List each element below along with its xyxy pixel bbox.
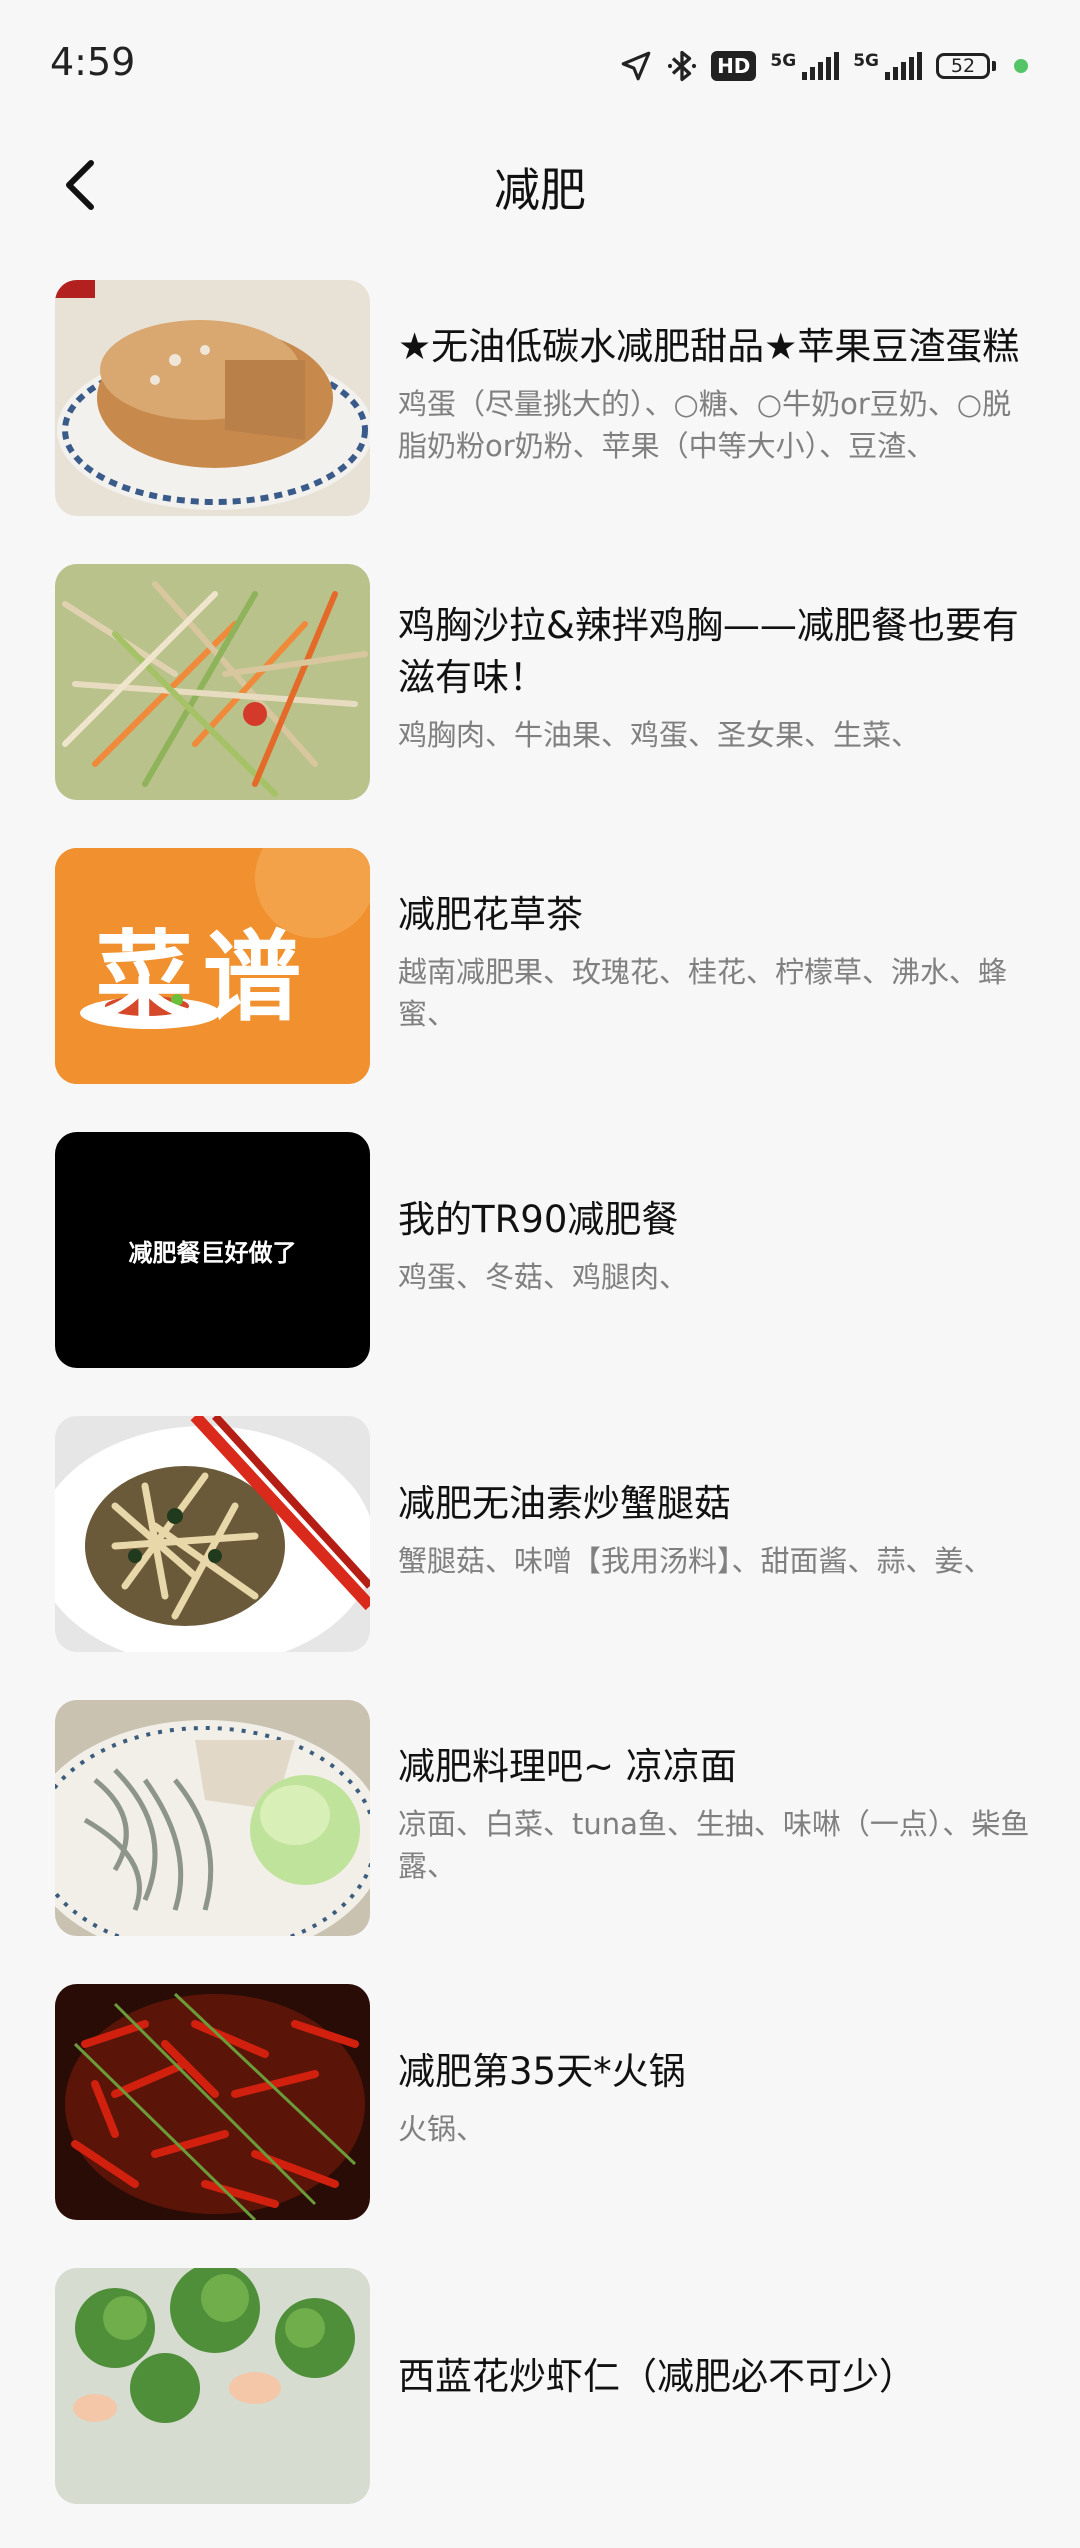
recipe-thumbnail xyxy=(55,564,370,800)
recipe-ingredients: 越南减肥果、玫瑰花、桂花、柠檬草、沸水、蜂蜜、 xyxy=(398,955,1008,1031)
recipe-thumbnail xyxy=(55,1416,370,1652)
recipe-title: 减肥无油素炒蟹腿菇 xyxy=(398,1482,731,1525)
signal-5g-icon: 5G xyxy=(770,51,840,80)
status-time: 4:59 xyxy=(50,40,136,84)
signal-5g-icon: 5G xyxy=(853,52,922,80)
recipe-item[interactable]: 西蓝花炒虾仁（减肥必不可少） xyxy=(0,2264,1080,2504)
recipe-title: 减肥花草茶 xyxy=(398,893,583,936)
network-type-label: 5G xyxy=(853,51,879,71)
recipe-item[interactable]: ★无油低碳水减肥甜品★苹果豆渣蛋糕 鸡蛋（尽量挑大的）、○糖、○牛奶or豆奶、○… xyxy=(0,276,1080,516)
recipe-info: 减肥无油素炒蟹腿菇 蟹腿菇、味噌【我用汤料】、甜面酱、蒜、姜、 xyxy=(398,1412,1030,1648)
recipe-title: ★无油低碳水减肥甜品★苹果豆渣蛋糕 xyxy=(398,325,1020,368)
recipe-thumbnail xyxy=(55,1700,370,1936)
recipe-list: ★无油低碳水减肥甜品★苹果豆渣蛋糕 鸡蛋（尽量挑大的）、○糖、○牛奶or豆奶、○… xyxy=(0,276,1080,2548)
recipe-thumbnail xyxy=(55,280,370,516)
battery-level: 52 xyxy=(936,53,990,79)
bluetooth-icon xyxy=(667,48,697,84)
page-title: 减肥 xyxy=(494,163,586,217)
recipe-ingredients: 鸡胸肉、牛油果、鸡蛋、圣女果、生菜、 xyxy=(398,718,921,752)
hd-icon: HD xyxy=(711,51,757,81)
recipe-info: 西蓝花炒虾仁（减肥必不可少） xyxy=(398,2264,1030,2500)
recipe-item[interactable]: 菜谱 减肥花草茶 越南减肥果、玫瑰花、桂花、柠檬草、沸水、蜂蜜、 xyxy=(0,844,1080,1084)
location-icon xyxy=(619,49,653,83)
network-type-label: 5G xyxy=(770,51,797,71)
privacy-indicator-dot xyxy=(1014,59,1028,73)
recipe-ingredients: 鸡蛋（尽量挑大的）、○糖、○牛奶or豆奶、○脱脂奶粉or奶粉、苹果（中等大小）、… xyxy=(398,387,1012,463)
recipe-info: 减肥料理吧~ 凉凉面 凉面、白菜、tuna鱼、生抽、味啉（一点）、柴鱼露、 xyxy=(398,1696,1030,1932)
recipe-ingredients: 凉面、白菜、tuna鱼、生抽、味啉（一点）、柴鱼露、 xyxy=(398,1807,1030,1883)
recipe-info: ★无油低碳水减肥甜品★苹果豆渣蛋糕 鸡蛋（尽量挑大的）、○糖、○牛奶or豆奶、○… xyxy=(398,276,1030,512)
recipe-thumbnail xyxy=(55,1984,370,2220)
recipe-item[interactable]: 减肥料理吧~ 凉凉面 凉面、白菜、tuna鱼、生抽、味啉（一点）、柴鱼露、 xyxy=(0,1696,1080,1936)
thumbnail-caption: 减肥餐巨好做了 xyxy=(128,1238,297,1267)
nav-header: 减肥 xyxy=(0,130,1080,240)
recipe-item[interactable]: 鸡胸沙拉&辣拌鸡胸——减肥餐也要有滋有味！ 鸡胸肉、牛油果、鸡蛋、圣女果、生菜、 xyxy=(0,560,1080,800)
recipe-item[interactable]: 减肥第35天*火锅 火锅、 xyxy=(0,1980,1080,2220)
recipe-info: 减肥花草茶 越南减肥果、玫瑰花、桂花、柠檬草、沸水、蜂蜜、 xyxy=(398,844,1030,1080)
recipe-item[interactable]: 减肥餐巨好做了 我的TR90减肥餐 鸡蛋、冬菇、鸡腿肉、 xyxy=(0,1128,1080,1368)
recipe-thumbnail xyxy=(55,2268,370,2504)
status-icons: HD 5G 5G 52 xyxy=(619,44,1028,88)
recipe-info: 减肥第35天*火锅 火锅、 xyxy=(398,1980,1030,2216)
recipe-thumbnail: 减肥餐巨好做了 xyxy=(55,1132,370,1368)
recipe-ingredients: 火锅、 xyxy=(398,2112,486,2146)
status-bar: 4:59 HD 5G 5G 52 xyxy=(0,0,1080,130)
recipe-ingredients: 蟹腿菇、味噌【我用汤料】、甜面酱、蒜、姜、 xyxy=(398,1544,993,1578)
battery-icon: 52 xyxy=(936,53,996,79)
logo-text: 菜谱 xyxy=(95,921,312,1035)
recipe-title: 减肥第35天*火锅 xyxy=(398,2050,686,2093)
recipe-info: 鸡胸沙拉&辣拌鸡胸——减肥餐也要有滋有味！ 鸡胸肉、牛油果、鸡蛋、圣女果、生菜、 xyxy=(398,560,1030,796)
recipe-title: 减肥料理吧~ 凉凉面 xyxy=(398,1745,737,1788)
recipe-title: 西蓝花炒虾仁（减肥必不可少） xyxy=(398,2355,916,2398)
recipe-item[interactable]: 减肥无油素炒蟹腿菇 蟹腿菇、味噌【我用汤料】、甜面酱、蒜、姜、 xyxy=(0,1412,1080,1652)
recipe-thumbnail: 菜谱 xyxy=(55,848,370,1084)
recipe-title: 鸡胸沙拉&辣拌鸡胸——减肥餐也要有滋有味！ xyxy=(398,604,1019,699)
recipe-ingredients: 鸡蛋、冬菇、鸡腿肉、 xyxy=(398,1260,689,1294)
recipe-title: 我的TR90减肥餐 xyxy=(398,1198,679,1241)
recipe-info: 我的TR90减肥餐 鸡蛋、冬菇、鸡腿肉、 xyxy=(398,1128,1030,1364)
